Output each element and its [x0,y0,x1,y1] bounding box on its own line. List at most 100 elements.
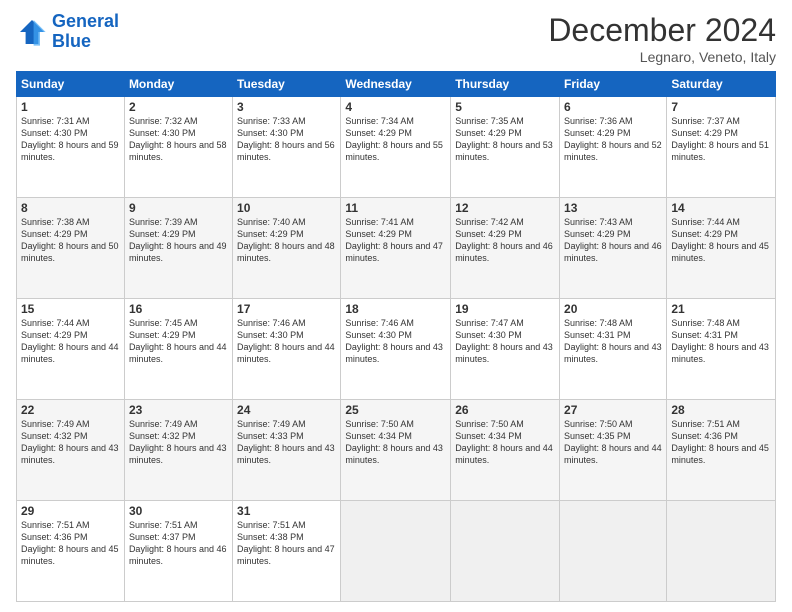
week-row-1: 1Sunrise: 7:31 AMSunset: 4:30 PMDaylight… [17,97,776,198]
day-info: Sunrise: 7:32 AMSunset: 4:30 PMDaylight:… [129,115,228,164]
day-info: Sunrise: 7:46 AMSunset: 4:30 PMDaylight:… [237,317,336,366]
day-info: Sunrise: 7:39 AMSunset: 4:29 PMDaylight:… [129,216,228,265]
calendar-cell: 18Sunrise: 7:46 AMSunset: 4:30 PMDayligh… [341,299,451,400]
day-number: 23 [129,403,228,417]
top-section: General Blue December 2024 Legnaro, Vene… [16,12,776,65]
day-info: Sunrise: 7:42 AMSunset: 4:29 PMDaylight:… [455,216,555,265]
calendar-cell: 17Sunrise: 7:46 AMSunset: 4:30 PMDayligh… [233,299,341,400]
logo-icon [16,16,48,48]
day-info: Sunrise: 7:51 AMSunset: 4:36 PMDaylight:… [21,519,120,568]
day-info: Sunrise: 7:43 AMSunset: 4:29 PMDaylight:… [564,216,662,265]
week-row-2: 8Sunrise: 7:38 AMSunset: 4:29 PMDaylight… [17,198,776,299]
calendar-cell: 6Sunrise: 7:36 AMSunset: 4:29 PMDaylight… [560,97,667,198]
day-number: 21 [671,302,771,316]
calendar-cell: 2Sunrise: 7:32 AMSunset: 4:30 PMDaylight… [124,97,232,198]
day-info: Sunrise: 7:31 AMSunset: 4:30 PMDaylight:… [21,115,120,164]
calendar-cell: 1Sunrise: 7:31 AMSunset: 4:30 PMDaylight… [17,97,125,198]
day-info: Sunrise: 7:46 AMSunset: 4:30 PMDaylight:… [345,317,446,366]
title-section: December 2024 Legnaro, Veneto, Italy [548,12,776,65]
calendar-cell: 23Sunrise: 7:49 AMSunset: 4:32 PMDayligh… [124,400,232,501]
logo-text: General Blue [52,12,119,52]
day-number: 3 [237,100,336,114]
day-number: 6 [564,100,662,114]
day-number: 8 [21,201,120,215]
day-info: Sunrise: 7:48 AMSunset: 4:31 PMDaylight:… [564,317,662,366]
calendar-cell: 21Sunrise: 7:48 AMSunset: 4:31 PMDayligh… [667,299,776,400]
day-number: 29 [21,504,120,518]
day-info: Sunrise: 7:50 AMSunset: 4:34 PMDaylight:… [455,418,555,467]
day-info: Sunrise: 7:44 AMSunset: 4:29 PMDaylight:… [671,216,771,265]
day-number: 24 [237,403,336,417]
day-info: Sunrise: 7:49 AMSunset: 4:32 PMDaylight:… [129,418,228,467]
location: Legnaro, Veneto, Italy [548,49,776,65]
calendar-cell: 31Sunrise: 7:51 AMSunset: 4:38 PMDayligh… [233,501,341,602]
day-number: 28 [671,403,771,417]
calendar-cell: 16Sunrise: 7:45 AMSunset: 4:29 PMDayligh… [124,299,232,400]
calendar-cell [341,501,451,602]
calendar-cell: 10Sunrise: 7:40 AMSunset: 4:29 PMDayligh… [233,198,341,299]
calendar-cell: 26Sunrise: 7:50 AMSunset: 4:34 PMDayligh… [451,400,560,501]
day-number: 11 [345,201,446,215]
calendar-cell: 7Sunrise: 7:37 AMSunset: 4:29 PMDaylight… [667,97,776,198]
day-number: 22 [21,403,120,417]
day-info: Sunrise: 7:38 AMSunset: 4:29 PMDaylight:… [21,216,120,265]
day-info: Sunrise: 7:37 AMSunset: 4:29 PMDaylight:… [671,115,771,164]
day-number: 10 [237,201,336,215]
calendar-cell: 13Sunrise: 7:43 AMSunset: 4:29 PMDayligh… [560,198,667,299]
week-row-4: 22Sunrise: 7:49 AMSunset: 4:32 PMDayligh… [17,400,776,501]
logo: General Blue [16,12,119,52]
day-info: Sunrise: 7:35 AMSunset: 4:29 PMDaylight:… [455,115,555,164]
calendar-cell: 8Sunrise: 7:38 AMSunset: 4:29 PMDaylight… [17,198,125,299]
day-number: 13 [564,201,662,215]
calendar-cell: 9Sunrise: 7:39 AMSunset: 4:29 PMDaylight… [124,198,232,299]
day-number: 15 [21,302,120,316]
calendar-cell: 11Sunrise: 7:41 AMSunset: 4:29 PMDayligh… [341,198,451,299]
day-info: Sunrise: 7:36 AMSunset: 4:29 PMDaylight:… [564,115,662,164]
day-number: 14 [671,201,771,215]
day-number: 25 [345,403,446,417]
calendar-cell: 5Sunrise: 7:35 AMSunset: 4:29 PMDaylight… [451,97,560,198]
calendar-cell: 27Sunrise: 7:50 AMSunset: 4:35 PMDayligh… [560,400,667,501]
calendar-cell: 28Sunrise: 7:51 AMSunset: 4:36 PMDayligh… [667,400,776,501]
day-number: 19 [455,302,555,316]
day-number: 20 [564,302,662,316]
day-info: Sunrise: 7:50 AMSunset: 4:35 PMDaylight:… [564,418,662,467]
day-number: 16 [129,302,228,316]
page: General Blue December 2024 Legnaro, Vene… [0,0,792,612]
day-number: 2 [129,100,228,114]
day-info: Sunrise: 7:34 AMSunset: 4:29 PMDaylight:… [345,115,446,164]
header-wednesday: Wednesday [341,72,451,97]
day-info: Sunrise: 7:51 AMSunset: 4:36 PMDaylight:… [671,418,771,467]
day-number: 27 [564,403,662,417]
day-number: 5 [455,100,555,114]
calendar-cell [667,501,776,602]
day-number: 12 [455,201,555,215]
week-row-5: 29Sunrise: 7:51 AMSunset: 4:36 PMDayligh… [17,501,776,602]
month-title: December 2024 [548,12,776,49]
calendar-cell [451,501,560,602]
day-number: 26 [455,403,555,417]
header-thursday: Thursday [451,72,560,97]
header-sunday: Sunday [17,72,125,97]
calendar-cell: 14Sunrise: 7:44 AMSunset: 4:29 PMDayligh… [667,198,776,299]
day-info: Sunrise: 7:33 AMSunset: 4:30 PMDaylight:… [237,115,336,164]
day-info: Sunrise: 7:49 AMSunset: 4:33 PMDaylight:… [237,418,336,467]
calendar-cell: 3Sunrise: 7:33 AMSunset: 4:30 PMDaylight… [233,97,341,198]
header-row: Sunday Monday Tuesday Wednesday Thursday… [17,72,776,97]
day-info: Sunrise: 7:51 AMSunset: 4:38 PMDaylight:… [237,519,336,568]
header-tuesday: Tuesday [233,72,341,97]
header-friday: Friday [560,72,667,97]
day-info: Sunrise: 7:49 AMSunset: 4:32 PMDaylight:… [21,418,120,467]
day-number: 7 [671,100,771,114]
calendar-cell: 29Sunrise: 7:51 AMSunset: 4:36 PMDayligh… [17,501,125,602]
week-row-3: 15Sunrise: 7:44 AMSunset: 4:29 PMDayligh… [17,299,776,400]
calendar-table: Sunday Monday Tuesday Wednesday Thursday… [16,71,776,602]
calendar-cell: 20Sunrise: 7:48 AMSunset: 4:31 PMDayligh… [560,299,667,400]
calendar-cell: 15Sunrise: 7:44 AMSunset: 4:29 PMDayligh… [17,299,125,400]
calendar-cell: 4Sunrise: 7:34 AMSunset: 4:29 PMDaylight… [341,97,451,198]
day-info: Sunrise: 7:51 AMSunset: 4:37 PMDaylight:… [129,519,228,568]
calendar-cell: 24Sunrise: 7:49 AMSunset: 4:33 PMDayligh… [233,400,341,501]
calendar-cell: 25Sunrise: 7:50 AMSunset: 4:34 PMDayligh… [341,400,451,501]
day-number: 31 [237,504,336,518]
calendar-cell: 19Sunrise: 7:47 AMSunset: 4:30 PMDayligh… [451,299,560,400]
